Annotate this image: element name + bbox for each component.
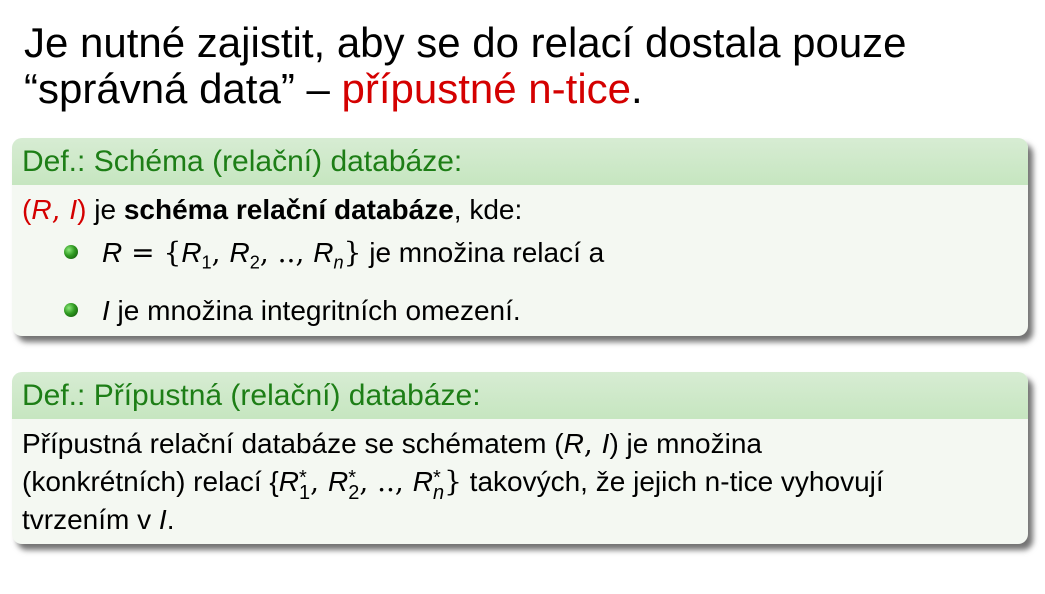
var-rn: R	[313, 237, 334, 268]
definition-heading: Def.: Přípustná (relační) databáze:	[12, 372, 1028, 419]
bullet-icon	[64, 302, 78, 317]
definition-line-1: Přípustná relační databáze se schématem …	[22, 425, 1018, 463]
title-line-2: “správná data” – přípustné n-tice.	[24, 66, 1024, 112]
list-item: I je množina integritních omezení.	[22, 287, 1018, 335]
subscript: 1	[299, 482, 311, 504]
set-close: }	[343, 236, 362, 269]
subscript: 2	[249, 252, 260, 273]
title-text: “správná data” –	[24, 65, 342, 112]
var-i: I	[102, 294, 110, 326]
text: ) je množina	[609, 428, 762, 459]
separator: , ..,	[259, 236, 314, 269]
list-item: R = {R1, R2, .., Rn} je množina relací a	[22, 229, 1018, 287]
definition-heading: Def.: Schéma (relační) databáze:	[12, 138, 1028, 185]
var-r: R	[102, 237, 123, 268]
definition-intro: (R, I) je schéma relační databáze, kde:	[22, 191, 1018, 229]
var-i: I	[69, 194, 78, 225]
bullet-icon	[64, 245, 78, 259]
var-i: I	[158, 504, 167, 535]
definition-body: (R, I) je schéma relační databáze, kde: …	[12, 185, 1028, 336]
subscript: 1	[201, 252, 212, 273]
text: Přípustná relační databáze se schématem …	[22, 428, 564, 459]
separator: ,	[310, 465, 328, 498]
set-open: = {	[122, 236, 182, 269]
title-period: .	[631, 65, 643, 112]
sup-sub: * 2	[348, 468, 360, 504]
definition-body: Přípustná relační databáze se schématem …	[12, 419, 1028, 544]
subscript: 2	[348, 482, 360, 504]
separator: ,	[211, 236, 230, 269]
var-r2: R	[327, 466, 349, 497]
text-je: je	[86, 194, 124, 225]
var-r1: R	[181, 237, 202, 268]
text: takových, že jejich n-tice vyhovují	[461, 466, 884, 497]
definition-block-admissible: Def.: Přípustná (relační) databáze: Příp…	[12, 372, 1028, 544]
title-highlight: přípustné n-tice	[341, 65, 632, 112]
sup-sub: * n	[432, 468, 445, 504]
var-r1: R	[278, 466, 300, 497]
text: (konkrétních) relací {	[22, 466, 279, 497]
var-r: R	[563, 428, 584, 459]
comma: ,	[51, 193, 70, 226]
separator: ,	[583, 427, 602, 460]
definition-line-2: (konkrétních) relací {R * 1, R * 2, .., R * n}…	[22, 463, 1018, 504]
definition-line-3: tvrzením v I.	[22, 501, 1018, 539]
set-close: }	[444, 465, 462, 498]
text-rest: , kde:	[453, 194, 523, 225]
definition-block-schema: Def.: Schéma (relační) databáze: (R, I) …	[12, 138, 1028, 336]
schema-tuple: (R, I)	[22, 193, 86, 226]
title-line-1: Je nutné zajistit, aby se do relací dost…	[24, 19, 907, 66]
var-rn: R	[412, 466, 433, 497]
text: tvrzením v	[22, 504, 159, 535]
subscript: n	[333, 252, 344, 273]
item-text: je množina relací a	[361, 237, 605, 268]
var-r2: R	[229, 237, 250, 268]
subscript: n	[432, 482, 445, 504]
paren-open: (	[22, 194, 32, 225]
item-text: je množina integritních omezení.	[109, 294, 521, 326]
slide-title: Je nutné zajistit, aby se do relací dost…	[24, 20, 1024, 112]
term-bold: schéma relační databáze	[123, 194, 454, 225]
sup-sub: * 1	[299, 468, 311, 504]
var-r: R	[31, 194, 52, 225]
text: .	[166, 504, 175, 535]
separator: , ..,	[359, 465, 413, 498]
